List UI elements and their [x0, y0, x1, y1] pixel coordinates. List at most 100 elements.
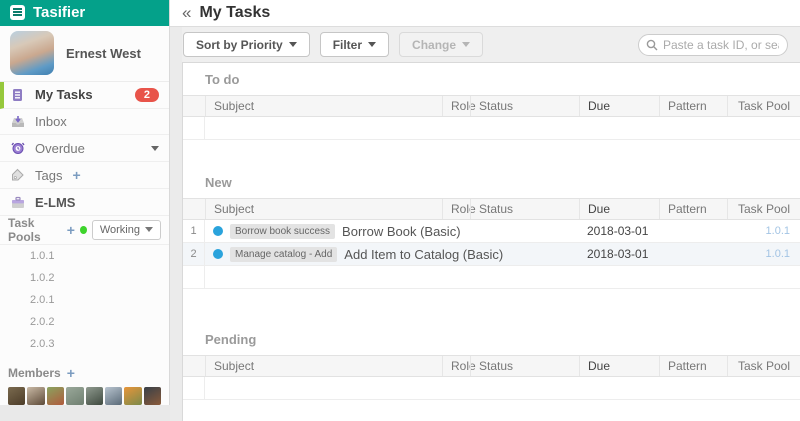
user-name: Ernest West: [66, 45, 141, 61]
column-pattern: Pattern: [659, 199, 727, 219]
task-due-cell: 2018-03-01: [587, 224, 649, 238]
search-box: [638, 33, 788, 56]
member-avatar[interactable]: [124, 386, 142, 405]
member-avatar[interactable]: [8, 386, 26, 405]
working-status-dot: [79, 225, 87, 234]
column-status: Status: [470, 96, 579, 116]
column-status: Status: [470, 356, 579, 376]
change-dropdown[interactable]: Change: [399, 32, 484, 57]
user-profile[interactable]: Ernest West: [0, 26, 169, 82]
column-due: Due: [579, 356, 659, 376]
sidebar-item-inbox[interactable]: Inbox: [0, 109, 169, 136]
member-avatar[interactable]: [27, 386, 45, 405]
inbox-icon: [10, 114, 25, 129]
section-new: New Subject Role Status Due Pattern Task…: [183, 166, 800, 289]
task-subject-cell[interactable]: Manage catalog - Add Add Item to Catalog…: [205, 246, 503, 262]
sidebar-item-label: Overdue: [35, 140, 85, 156]
filter-dropdown[interactable]: Filter: [319, 32, 390, 57]
row-number-column: [183, 199, 205, 219]
column-due: Due: [579, 96, 659, 116]
main-body: Sort by Priority Filter Change Paste a t…: [170, 27, 800, 421]
chevron-down-icon: [145, 227, 153, 233]
member-avatar[interactable]: [85, 386, 103, 405]
column-role: Role: [442, 96, 476, 116]
row-number-cell: [183, 377, 205, 399]
sidebar-item-overdue[interactable]: Overdue: [0, 135, 169, 163]
column-task-pool: Task Pool: [727, 199, 800, 219]
task-pool-link[interactable]: 1.0.1: [766, 248, 790, 260]
briefcase-icon: [10, 195, 25, 210]
user-avatar[interactable]: [10, 31, 54, 76]
members-header: Members +: [0, 355, 169, 387]
row-number-cell: 1: [183, 220, 205, 242]
column-pattern: Pattern: [659, 356, 727, 376]
task-tag-chip: Manage catalog - Add: [230, 246, 338, 262]
add-task-pool-button[interactable]: +: [67, 222, 75, 238]
member-avatar[interactable]: [143, 386, 161, 405]
empty-table-row: [183, 377, 800, 400]
app-brand-header: Tasifier: [0, 0, 169, 26]
table-header-row: Subject Role Status Due Pattern Task Poo…: [183, 198, 800, 220]
task-subject[interactable]: Borrow Book (Basic): [342, 224, 460, 239]
sidebar-item-label: My Tasks: [35, 87, 93, 103]
page-title: My Tasks: [199, 4, 271, 21]
chevron-down-icon: [462, 42, 471, 47]
task-pool-item[interactable]: 2.0.3: [0, 333, 169, 355]
column-task-pool: Task Pool: [727, 96, 800, 116]
task-row[interactable]: 1 Borrow book success Borrow Book (Basic…: [183, 220, 800, 243]
column-role: Role: [442, 356, 476, 376]
row-number-cell: [183, 266, 205, 288]
change-button-label: Change: [412, 37, 457, 52]
task-pool-item[interactable]: 2.0.2: [0, 311, 169, 333]
sidebar-item-label: Inbox: [35, 114, 67, 130]
task-subject-cell[interactable]: Borrow book success Borrow Book (Basic): [205, 223, 461, 239]
task-pool-item[interactable]: 1.0.2: [0, 267, 169, 289]
section-title: Pending: [205, 332, 257, 347]
column-role: Role: [442, 199, 476, 219]
member-avatar[interactable]: [46, 386, 65, 405]
section-pending: Pending Subject Role Status Due Pattern …: [183, 323, 800, 400]
column-due: Due: [579, 199, 659, 219]
task-pool-link[interactable]: 1.0.1: [766, 225, 790, 237]
collapse-sidebar-chevrons[interactable]: «: [182, 3, 191, 23]
app-title: Tasifier: [33, 4, 86, 22]
column-pattern: Pattern: [659, 96, 727, 116]
search-input[interactable]: [638, 33, 788, 56]
chevron-down-icon: [368, 42, 377, 47]
new-task-dot-icon: [213, 226, 223, 236]
members-label: Members: [8, 365, 61, 380]
sort-by-priority-dropdown[interactable]: Sort by Priority: [183, 32, 310, 57]
sidebar-item-elms[interactable]: E-LMS: [0, 189, 169, 216]
column-task-pool: Task Pool: [727, 356, 800, 376]
task-subject[interactable]: Add Item to Catalog (Basic): [344, 247, 503, 262]
column-status: Status: [470, 199, 579, 219]
task-row[interactable]: 2 Manage catalog - Add Add Item to Catal…: [183, 243, 800, 266]
task-pool-item[interactable]: 2.0.1: [0, 289, 169, 311]
member-avatar[interactable]: [104, 386, 123, 405]
sidebar-item-label: Tags: [35, 167, 63, 183]
my-tasks-count-badge: 2: [134, 87, 159, 102]
task-pool-cell: 1.0.1: [727, 248, 800, 260]
member-avatar[interactable]: [66, 386, 84, 405]
tag-icon: [10, 168, 25, 183]
chevron-down-icon[interactable]: [151, 145, 159, 151]
main-area: « My Tasks Sort by Priority Filter Chang…: [170, 0, 800, 421]
sidebar-item-my-tasks[interactable]: My Tasks 2: [0, 81, 169, 109]
members-avatar-strip: [0, 386, 169, 405]
empty-table-row: [183, 266, 800, 289]
app-window: Tasifier Ernest West My Tasks 2 Inbox Ov…: [0, 0, 800, 421]
sidebar-item-tags[interactable]: Tags +: [0, 162, 169, 190]
toolbar: Sort by Priority Filter Change: [182, 27, 800, 62]
chevron-down-icon: [288, 42, 297, 47]
task-pool-item[interactable]: 1.0.1: [0, 245, 169, 267]
add-tag-button[interactable]: +: [72, 167, 80, 183]
sidebar-item-label: E-LMS: [35, 194, 76, 210]
column-subject: Subject: [205, 356, 442, 376]
sidebar: Tasifier Ernest West My Tasks 2 Inbox Ov…: [0, 0, 170, 405]
pool-status-filter-dropdown[interactable]: Working: [91, 219, 161, 240]
add-member-button[interactable]: +: [67, 365, 75, 381]
new-task-dot-icon: [213, 249, 223, 259]
filter-button-label: Filter: [332, 37, 363, 52]
pool-status-filter-label: Working: [99, 223, 140, 236]
section-title: To do: [205, 72, 240, 87]
